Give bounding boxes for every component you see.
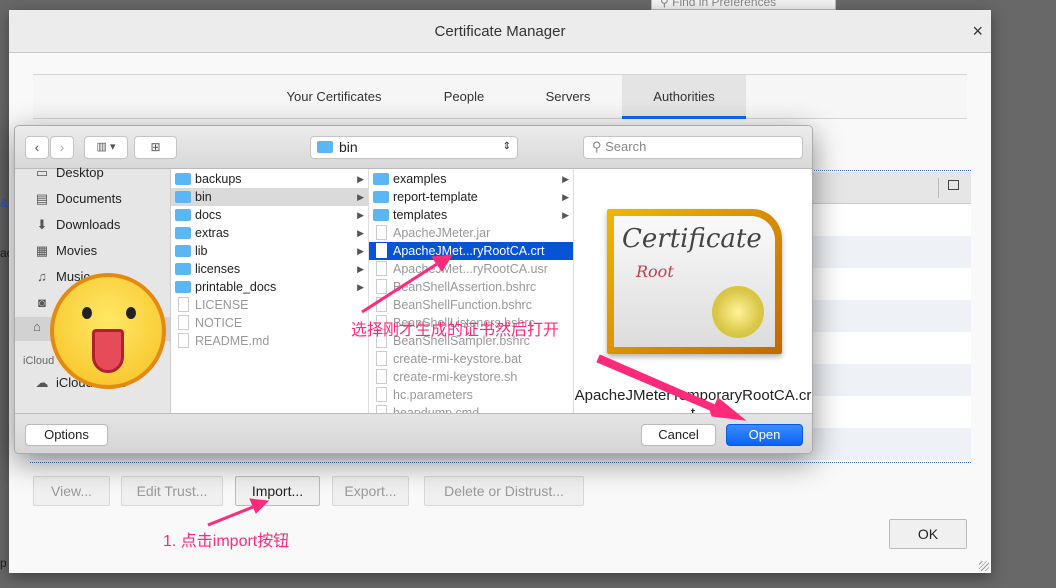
arrow-head <box>249 498 270 514</box>
arrow-to-import <box>207 503 259 527</box>
arrow-to-certificate <box>361 260 441 314</box>
arrow-to-open <box>596 354 747 421</box>
annotation-arrows <box>207 254 747 527</box>
arrow-head <box>431 254 453 272</box>
